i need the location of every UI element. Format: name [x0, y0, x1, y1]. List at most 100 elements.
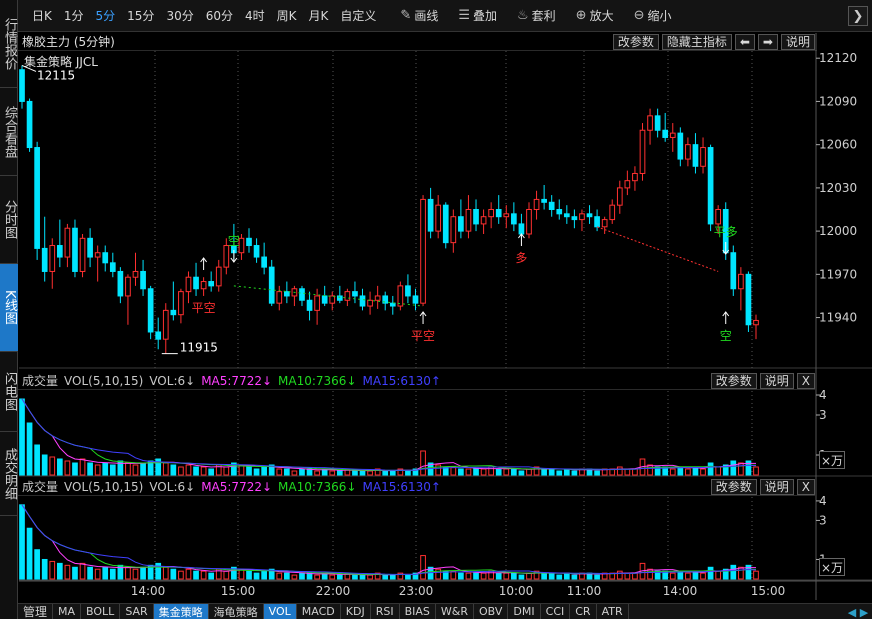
vol2-help-button[interactable]: 说明 [759, 479, 794, 495]
indicator-tab-3[interactable]: 集金策略 [153, 604, 209, 619]
volume-bar [253, 468, 260, 476]
indicator-tab-8[interactable]: RSI [371, 604, 400, 619]
volume-bar [49, 456, 56, 476]
price-tick-label: 11970 [819, 267, 857, 281]
volume-bar [283, 468, 290, 476]
time-tick-label: 22:00 [316, 584, 351, 598]
indicator-tab-1[interactable]: BOLL [81, 604, 121, 619]
manage-button[interactable]: 管理 [18, 604, 54, 619]
candle [359, 295, 366, 307]
volume-bar [715, 570, 722, 580]
price-tick-label: 12030 [819, 181, 857, 195]
volume-bar [700, 572, 706, 580]
candle [64, 227, 71, 258]
scroll-right-icon[interactable]: ▶ [858, 605, 870, 619]
vol1-close-icon[interactable]: X [796, 373, 815, 389]
signal-kong: 空 [228, 234, 240, 248]
candle [155, 331, 162, 340]
volume-bar [299, 572, 305, 580]
candle [246, 237, 252, 247]
signal-ping-kong: 平空 [192, 301, 216, 315]
volume-bar [571, 574, 578, 580]
kline-app: 行情报价 综合看盘 分时图 K线图 闪电图 成交明细 日K 1分 5分 15分 30分 60分 4时周… [0, 0, 872, 619]
indicator-tab-11[interactable]: OBV [474, 604, 509, 619]
vol2-edit-params-button[interactable]: 改参数 [710, 479, 757, 495]
volume-bar [405, 574, 411, 580]
candle [495, 209, 502, 218]
volume-bar [72, 462, 78, 476]
indicator-tab-15[interactable]: ATR [597, 604, 629, 619]
price-axis: 12120 12090 12060 12030 12000 11970 11940 [816, 51, 857, 325]
volume-bar [162, 462, 169, 476]
candle [19, 69, 25, 102]
ma10-line [21, 398, 756, 471]
volume-bar [314, 574, 320, 580]
volume-bar [185, 568, 192, 580]
volume-bar [223, 570, 230, 580]
candle [571, 216, 578, 221]
vol-name: 成交量 [22, 374, 59, 388]
price-tick-label: 11940 [819, 311, 857, 325]
indicator-tabs: MA BOLL SAR 集金策略 海龟策略 VOL MACD KDJ RSI BIAS W&R OBV… [53, 604, 629, 619]
volume-bar [125, 462, 131, 476]
volume-bar [632, 468, 638, 476]
chart-canvas[interactable]: 1211511915 平空空平空多平多空 431 431 12120120901… [0, 0, 872, 619]
volume-bar [246, 570, 252, 580]
candle [321, 295, 328, 304]
volume-bar [753, 570, 759, 580]
volume-bar [79, 458, 86, 476]
volume-bar [669, 572, 676, 580]
candle [49, 245, 56, 272]
volume-bar [56, 458, 63, 476]
candle [594, 216, 600, 228]
volume-bar [26, 422, 33, 476]
volume-bar [261, 466, 267, 476]
vol-params: VOL(5,10,15) [64, 479, 144, 494]
volume-bar [94, 568, 101, 580]
candle [563, 213, 570, 218]
indicator-tab-0[interactable]: MA [53, 604, 82, 619]
candle [700, 147, 706, 167]
candle [738, 273, 744, 290]
indicator-tab-12[interactable]: DMI [508, 604, 541, 619]
candle-layer: 12115 11915 [19, 64, 759, 355]
scroll-left-icon[interactable]: ◀ [846, 605, 858, 619]
indicator-tab-4[interactable]: 海龟策略 [209, 604, 264, 619]
volume-bar [594, 574, 600, 580]
indicator-tab-7[interactable]: KDJ [341, 604, 371, 619]
candle [669, 132, 676, 138]
volume-bar [109, 568, 116, 580]
volume-bar [26, 527, 33, 580]
candle [276, 291, 283, 304]
vol1-edit-params-button[interactable]: 改参数 [710, 373, 757, 389]
vol-panel-1-buttons: 改参数 说明 X [708, 373, 815, 389]
volume-bar [170, 568, 177, 580]
vol1-help-button[interactable]: 说明 [759, 373, 794, 389]
indicator-tab-13[interactable]: CCI [541, 604, 571, 619]
volume-bar [473, 572, 479, 580]
candle [170, 309, 177, 316]
volume-bar [420, 450, 426, 476]
vol-panel-1-header: 成交量 VOL(5,10,15) VOL:6↓ MA5:7722↓ MA10:7… [18, 372, 817, 390]
indicator-tab-9[interactable]: BIAS [400, 604, 436, 619]
candle [223, 245, 230, 268]
volume-bar [738, 462, 744, 476]
indicator-tab-14[interactable]: CR [570, 604, 597, 619]
indicator-tab-5[interactable]: VOL [263, 604, 297, 619]
volume-bar [669, 468, 676, 476]
candle [685, 144, 691, 160]
candle [200, 281, 207, 290]
indicator-scroll: ◀ ▶ [846, 605, 870, 619]
volume-bar [19, 398, 25, 476]
candle [745, 273, 752, 326]
candle [268, 266, 275, 304]
vol-value: VOL:6↓ [149, 479, 196, 494]
indicator-tab-2[interactable]: SAR [120, 604, 154, 619]
volume-bar [389, 470, 396, 476]
indicator-tab-6[interactable]: MACD [297, 604, 341, 619]
volume-bar [34, 549, 40, 580]
vol-legend-2: 成交量 VOL(5,10,15) VOL:6↓ MA5:7722↓ MA10:7… [18, 478, 447, 495]
indicator-tab-10[interactable]: W&R [436, 604, 475, 619]
vol2-close-icon[interactable]: X [796, 479, 815, 495]
candle [503, 213, 510, 218]
